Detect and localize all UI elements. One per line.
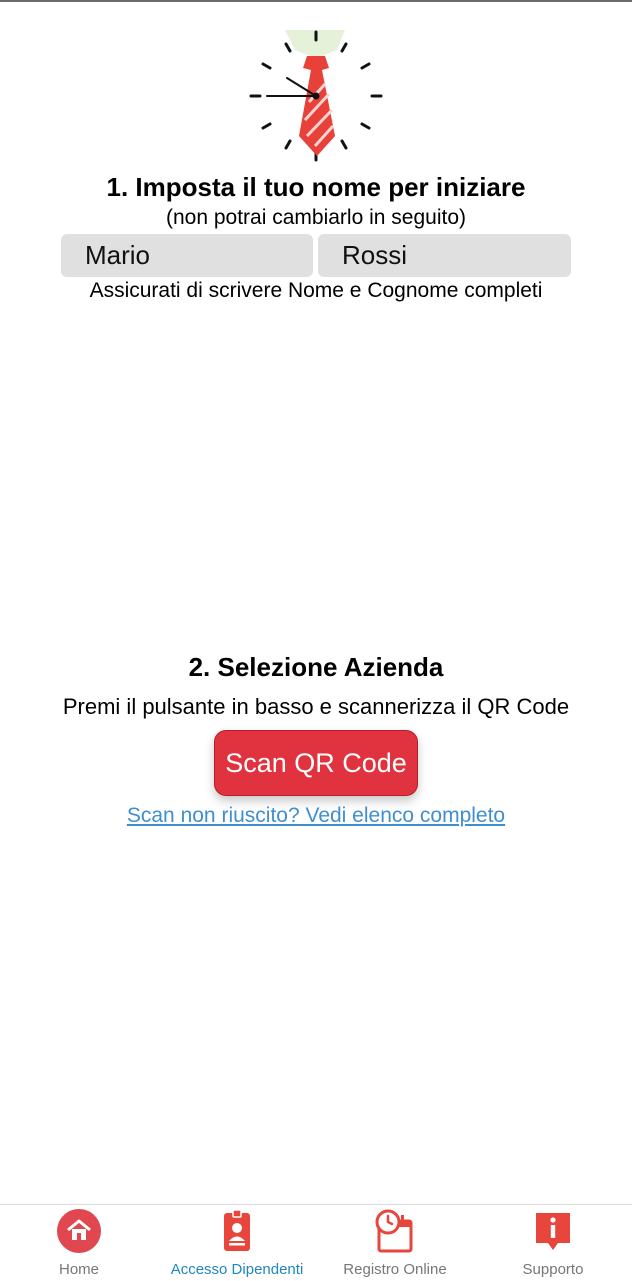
view-full-list-link[interactable]: Scan non riuscito? Vedi elenco completo	[0, 804, 632, 828]
name-fields-row: Mario Rossi	[61, 234, 571, 277]
nav-item-supporto[interactable]: Supporto	[474, 1205, 632, 1281]
step2-subtitle: Premi il pulsante in basso e scannerizza…	[62, 694, 570, 719]
info-icon	[536, 1213, 570, 1250]
step2-title: 2. Selezione Azienda	[188, 652, 444, 682]
home-icon	[57, 1209, 101, 1253]
scan-qr-button[interactable]: Scan QR Code	[214, 730, 418, 796]
bottom-navigation: Home Accesso Dipendenti Registro Online …	[0, 1204, 632, 1280]
clock-tie-logo-icon	[249, 30, 383, 162]
nav-label-home: Home	[58, 1261, 99, 1278]
nav-item-home[interactable]: Home	[0, 1205, 158, 1281]
step1-subtitle: (non potrai cambiarlo in seguito)	[166, 206, 466, 229]
nav-label-registro-online: Registro Online	[343, 1261, 447, 1278]
nav-item-registro-online[interactable]: Registro Online	[316, 1205, 474, 1281]
first-name-field[interactable]: Mario	[61, 234, 313, 277]
nav-label-accesso-dipendenti: Accesso Dipendenti	[170, 1261, 304, 1278]
top-divider	[0, 0, 632, 2]
badge-icon	[224, 1209, 250, 1251]
nav-label-supporto: Supporto	[522, 1261, 584, 1278]
step1-title: 1. Imposta il tuo nome per iniziare	[106, 172, 526, 202]
nav-item-accesso-dipendenti[interactable]: Accesso Dipendenti	[158, 1205, 316, 1281]
name-hint: Assicurati di scrivere Nome e Cognome co…	[89, 279, 543, 302]
last-name-field[interactable]: Rossi	[318, 234, 571, 277]
calendar-clock-icon	[375, 1209, 413, 1253]
